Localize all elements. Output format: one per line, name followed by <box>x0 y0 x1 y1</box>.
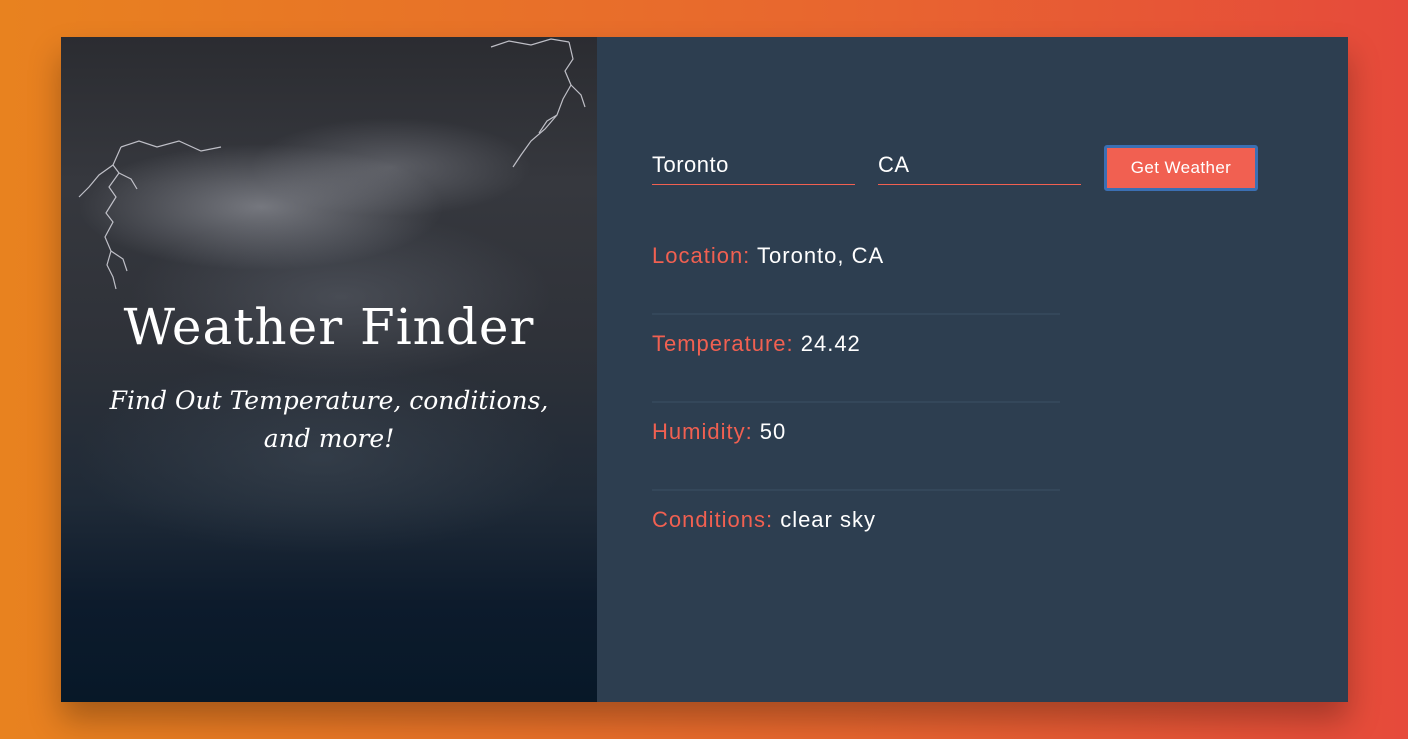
app-title: Weather Finder <box>123 298 535 356</box>
hero-panel: Weather Finder Find Out Temperature, con… <box>61 37 597 702</box>
location-value: Toronto, CA <box>757 243 885 268</box>
city-input[interactable] <box>652 145 855 185</box>
conditions-row: Conditions: clear sky <box>652 491 1060 579</box>
temperature-row: Temperature: 24.42 <box>652 315 1060 403</box>
weather-results: Location: Toronto, CA Temperature: 24.42… <box>652 227 1060 579</box>
weather-form: Get Weather <box>652 145 1258 191</box>
location-label: Location: <box>652 243 758 268</box>
country-input[interactable] <box>878 145 1081 185</box>
conditions-value: clear sky <box>780 507 876 532</box>
conditions-label: Conditions: <box>652 507 781 532</box>
humidity-row: Humidity: 50 <box>652 403 1060 491</box>
hero-text: Weather Finder Find Out Temperature, con… <box>61 292 597 458</box>
humidity-value: 50 <box>759 419 787 444</box>
app-subtitle: Find Out Temperature, conditions, and mo… <box>109 386 549 453</box>
location-row: Location: Toronto, CA <box>652 227 1060 315</box>
temperature-label: Temperature: <box>652 331 801 356</box>
get-weather-button[interactable]: Get Weather <box>1104 145 1258 191</box>
weather-panel: Get Weather Location: Toronto, CA Temper… <box>597 37 1348 702</box>
weather-card: Weather Finder Find Out Temperature, con… <box>61 37 1348 702</box>
temperature-value: 24.42 <box>800 331 861 356</box>
humidity-label: Humidity: <box>652 419 760 444</box>
